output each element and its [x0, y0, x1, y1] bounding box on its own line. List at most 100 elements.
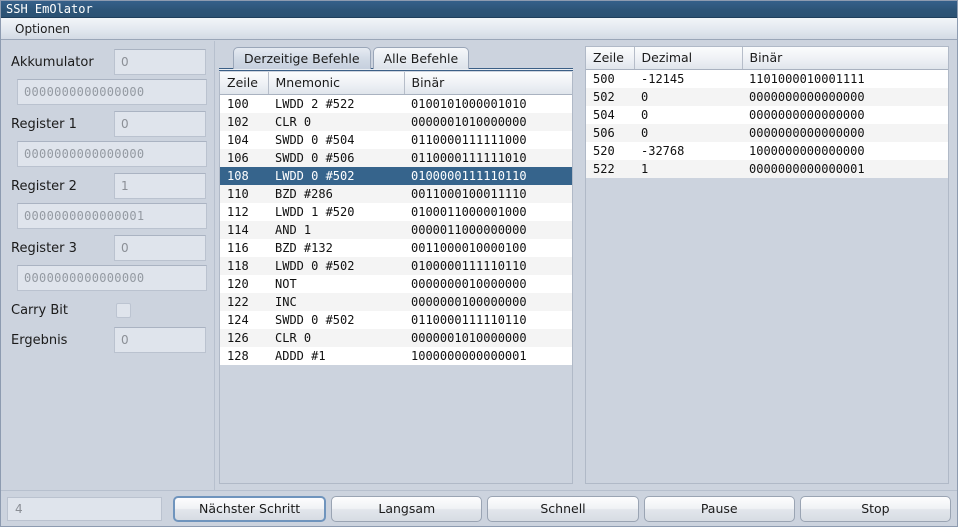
- instruction-table-container[interactable]: Zeile Mnemonic Binär 100 LWDD 2 #522 0100101…: [219, 72, 573, 484]
- table-cell: 0000000010000000: [404, 274, 572, 293]
- table-cell: 112: [220, 202, 268, 221]
- table-cell: 0100101000001010: [404, 94, 572, 113]
- table-row[interactable]: 122 INC 0000000100000000: [220, 292, 572, 311]
- button-stop[interactable]: Stop: [799, 495, 952, 522]
- button-pause[interactable]: Pause: [643, 495, 795, 522]
- register-panel: Akkumulator 0 0000000000000000 Register 100…: [1, 41, 215, 490]
- table-cell: 0100000111110110: [404, 166, 572, 185]
- register-value-field[interactable]: 0: [114, 111, 206, 137]
- result-field[interactable]: 0: [114, 327, 206, 353]
- window-title-bar: SSH EmOlator: [1, 1, 957, 18]
- table-row[interactable]: 506 0 0000000000000000: [586, 123, 948, 142]
- table-cell: -32768: [634, 141, 742, 160]
- table-row[interactable]: 522 1 0000000000000001: [586, 159, 948, 178]
- table-cell: 0110000111111010: [404, 148, 572, 167]
- button-langsam[interactable]: Langsam: [331, 495, 483, 522]
- table-row[interactable]: 128 ADDD #1 1000000000000001: [220, 346, 572, 365]
- instruction-tabs: Derzeitige Befehle Alle Befehle: [219, 46, 573, 69]
- register-binary-row: 0000000000000000: [17, 79, 207, 105]
- table-row[interactable]: 108 LWDD 0 #502 0100000111110110: [220, 166, 572, 185]
- register-binary-field[interactable]: 0000000000000000: [17, 141, 207, 167]
- table-cell: 0000001010000000: [404, 112, 572, 131]
- table-cell: CLR 0: [268, 112, 404, 131]
- column-header[interactable]: Zeile: [220, 72, 269, 95]
- memory-table-body: 500 -12145 1101000010001111 502 0 00000000000…: [586, 69, 948, 178]
- register-value-field[interactable]: 1: [114, 173, 206, 199]
- window-title: SSH EmOlator: [6, 2, 93, 16]
- table-cell: 102: [220, 112, 268, 131]
- table-cell: 110: [220, 184, 268, 203]
- table-row[interactable]: 500 -12145 1101000010001111: [586, 69, 948, 88]
- table-cell: INC: [268, 292, 404, 311]
- table-cell: 0011000010000100: [404, 238, 572, 257]
- column-header[interactable]: Binär: [404, 72, 572, 95]
- column-header[interactable]: Zeile: [586, 47, 635, 70]
- table-cell: 0100011000001000: [404, 202, 572, 221]
- table-row[interactable]: 502 0 0000000000000000: [586, 87, 948, 106]
- table-row[interactable]: 114 AND 1 0000011000000000: [220, 220, 572, 239]
- register-binary-field[interactable]: 0000000000000000: [17, 79, 207, 105]
- tab-all-instructions[interactable]: Alle Befehle: [372, 47, 470, 69]
- register-binary-field[interactable]: 0000000000000000: [17, 265, 207, 291]
- table-row[interactable]: 104 SWDD 0 #504 0110000111111000: [220, 130, 572, 149]
- table-cell: SWDD 0 #504: [268, 130, 404, 149]
- column-header[interactable]: Mnemonic: [268, 72, 405, 95]
- table-cell: 0000000000000001: [742, 159, 948, 178]
- table-row[interactable]: 124 SWDD 0 #502 0110000111110110: [220, 310, 572, 329]
- menu-bar: Optionen: [1, 18, 957, 40]
- main-body: Akkumulator 0 0000000000000000 Register 100…: [1, 41, 957, 490]
- table-cell: AND 1: [268, 220, 404, 239]
- table-row[interactable]: 102 CLR 0 0000001010000000: [220, 112, 572, 131]
- register-row: Register 1 0: [9, 111, 206, 137]
- table-cell: 100: [220, 94, 268, 113]
- register-row: Register 3 0: [9, 235, 206, 261]
- table-row[interactable]: 118 LWDD 0 #502 0100000111110110: [220, 256, 572, 275]
- table-cell: 0011000100011110: [404, 184, 572, 203]
- result-row: Ergebnis 0: [9, 327, 206, 353]
- step-counter-field[interactable]: 4: [7, 496, 162, 521]
- memory-table-header: Zeile Dezimal Binär: [586, 47, 948, 70]
- button-schnell[interactable]: Schnell: [487, 495, 639, 522]
- register-value-field[interactable]: 0: [114, 235, 206, 261]
- table-row[interactable]: 110 BZD #286 0011000100011110: [220, 184, 572, 203]
- table-cell: 0000000000000000: [742, 87, 948, 106]
- table-row[interactable]: 520 -32768 1000000000000000: [586, 141, 948, 160]
- table-row[interactable]: 116 BZD #132 0011000010000100: [220, 238, 572, 257]
- carry-bit-checkbox[interactable]: [116, 302, 131, 318]
- menu-item-optionen[interactable]: Optionen: [9, 20, 76, 38]
- button-n-chster-schritt[interactable]: Nächster Schritt: [173, 495, 327, 522]
- table-cell: 106: [220, 148, 268, 167]
- table-cell: LWDD 0 #502: [268, 166, 404, 185]
- table-row[interactable]: 504 0 0000000000000000: [586, 105, 948, 124]
- table-cell: 522: [586, 159, 634, 178]
- table-row[interactable]: 126 CLR 0 0000001010000000: [220, 328, 572, 347]
- table-cell: 122: [220, 292, 268, 311]
- table-cell: 0000000000000000: [742, 105, 948, 124]
- table-cell: 0110000111111000: [404, 130, 572, 149]
- table-cell: 1000000000000001: [404, 346, 572, 365]
- table-cell: 504: [586, 105, 634, 124]
- table-cell: 128: [220, 346, 268, 365]
- table-row[interactable]: 100 LWDD 2 #522 0100101000001010: [220, 94, 572, 113]
- table-cell: 1101000010001111: [742, 69, 948, 88]
- table-cell: ADDD #1: [268, 346, 404, 365]
- register-label: Register 1: [11, 116, 77, 132]
- column-header[interactable]: Binär: [742, 47, 948, 70]
- table-row[interactable]: 106 SWDD 0 #506 0110000111111010: [220, 148, 572, 167]
- control-bar: 4 Nächster Schritt Langsam Schnell Pause Sto…: [1, 490, 957, 526]
- table-cell: 0000000100000000: [404, 292, 572, 311]
- table-cell: 506: [586, 123, 634, 142]
- table-cell: 114: [220, 220, 268, 239]
- column-header[interactable]: Dezimal: [634, 47, 743, 70]
- register-value-field[interactable]: 0: [114, 49, 206, 75]
- table-cell: 0: [634, 87, 742, 106]
- register-binary-field[interactable]: 0000000000000001: [17, 203, 207, 229]
- table-row[interactable]: 112 LWDD 1 #520 0100011000001000: [220, 202, 572, 221]
- table-cell: LWDD 1 #520: [268, 202, 404, 221]
- table-row[interactable]: 120 NOT 0000000010000000: [220, 274, 572, 293]
- memory-table-container[interactable]: Zeile Dezimal Binär 500 -12145 1101000010001…: [585, 46, 949, 484]
- register-binary-row: 0000000000000001: [17, 203, 207, 229]
- tab-current-instructions[interactable]: Derzeitige Befehle: [233, 47, 371, 69]
- table-cell: NOT: [268, 274, 404, 293]
- table-cell: 120: [220, 274, 268, 293]
